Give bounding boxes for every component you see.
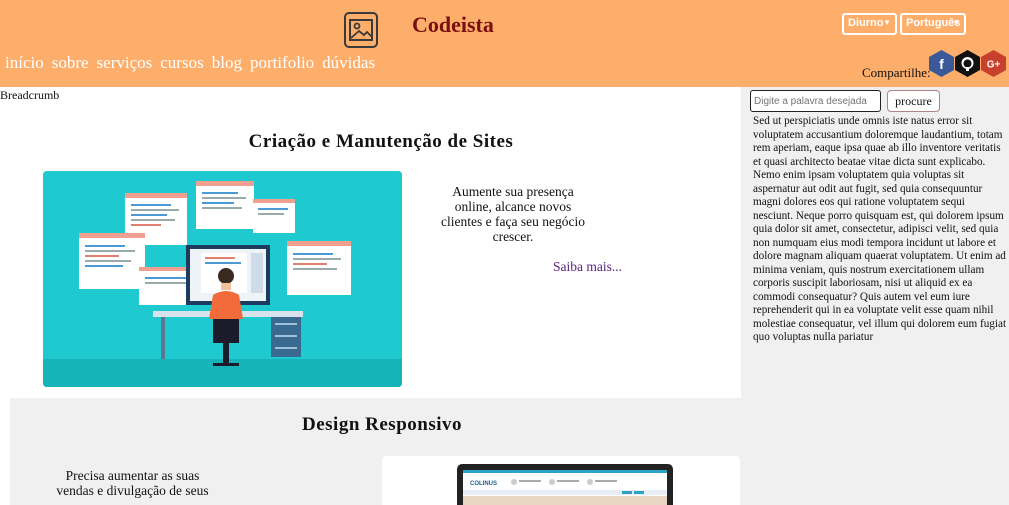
theme-select[interactable]: Diurno ▼: [842, 13, 897, 35]
sidebar-text: Sed ut perspiciatis unde omnis iste natu…: [753, 115, 1007, 343]
site-header: Codeista início sobre serviços cursos bl…: [0, 0, 1009, 87]
chevron-down-icon: ▼: [952, 18, 960, 27]
nav-item-servicos[interactable]: serviços: [97, 53, 153, 73]
section-title-responsive: Design Responsivo: [302, 414, 462, 435]
nav-item-sobre[interactable]: sobre: [52, 53, 89, 73]
section-title-sites: Criação e Manutenção de Sites: [248, 131, 514, 152]
web-development-illustration: [43, 171, 402, 387]
language-select[interactable]: Português ▼: [900, 13, 966, 35]
responsive-mockup-image: COLINUS: [382, 456, 740, 505]
nav-item-inicio[interactable]: início: [5, 53, 44, 73]
svg-text:G+: G+: [987, 60, 1001, 71]
nav-item-blog[interactable]: blog: [212, 53, 242, 73]
site-brand[interactable]: Codeista: [412, 12, 494, 38]
share-label: Compartilhe:: [862, 65, 931, 80]
search-button[interactable]: procure: [887, 90, 940, 112]
search-input[interactable]: [750, 90, 881, 112]
github-icon[interactable]: [955, 50, 980, 77]
google-plus-icon[interactable]: G+: [981, 50, 1006, 77]
theme-select-value: Diurno: [848, 17, 884, 29]
main-nav: início sobre serviços cursos blog portif…: [5, 53, 383, 73]
nav-item-portifolio[interactable]: portifolio: [250, 53, 314, 73]
nav-item-duvidas[interactable]: dúvidas: [322, 53, 375, 73]
chevron-down-icon: ▼: [883, 18, 891, 27]
breadcrumb: Breadcrumb: [0, 88, 60, 102]
nav-item-cursos[interactable]: cursos: [160, 53, 203, 73]
section-description-responsive: Precisa aumentar as suas vendas e divulg…: [56, 468, 209, 498]
logo-image-icon[interactable]: [344, 12, 378, 48]
mockup-logo: COLINUS: [470, 481, 497, 487]
responsive-design-section: Design Responsivo Precisa aumentar as su…: [10, 398, 741, 505]
facebook-icon[interactable]: f: [929, 50, 954, 77]
svg-text:f: f: [939, 56, 944, 72]
sidebar: procure Sed ut perspiciatis unde omnis i…: [741, 87, 1009, 505]
section-description-sites: Aumente sua presença online, alcance nov…: [441, 184, 585, 244]
learn-more-link[interactable]: Saiba mais...: [553, 259, 622, 275]
